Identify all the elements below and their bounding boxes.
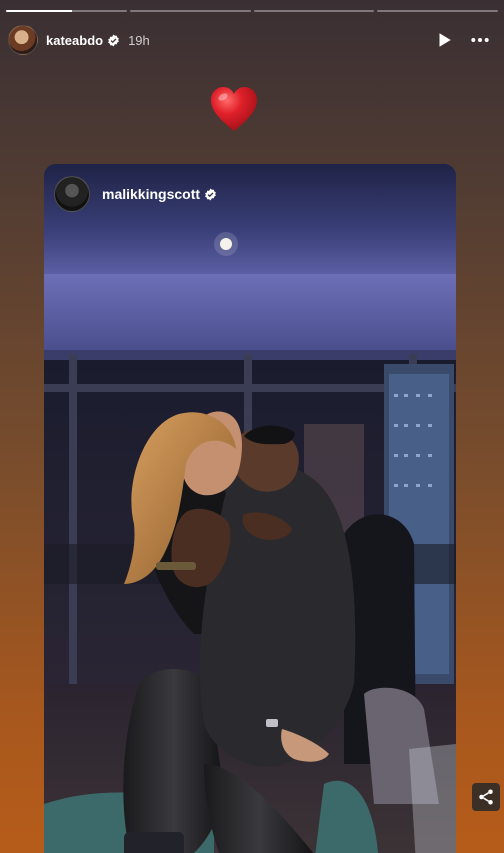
play-button[interactable]: [430, 26, 458, 54]
share-icon: [479, 789, 493, 805]
post-author-avatar[interactable]: [54, 176, 90, 212]
post-photo: [44, 164, 456, 853]
story-username[interactable]: kateabdo: [46, 33, 103, 48]
more-options-icon: [471, 38, 489, 42]
play-icon: [439, 33, 451, 47]
story-header: kateabdo 19h: [8, 24, 494, 56]
story-progress-bar: [6, 10, 498, 12]
verified-badge-icon: [204, 188, 217, 201]
progress-segment: [6, 10, 127, 12]
progress-segment: [253, 10, 375, 12]
progress-segment: [377, 10, 498, 12]
profile-avatar[interactable]: [8, 25, 38, 55]
red-heart-icon[interactable]: [209, 85, 259, 133]
verified-badge-icon: [107, 34, 120, 47]
story-viewer: kateabdo 19h malikkingscott: [0, 0, 504, 853]
share-button[interactable]: [472, 783, 500, 811]
post-author-bar: malikkingscott: [44, 164, 456, 224]
shared-post-card[interactable]: malikkingscott: [44, 164, 456, 853]
story-timestamp: 19h: [128, 32, 150, 48]
progress-segment: [129, 10, 251, 12]
post-author-username[interactable]: malikkingscott: [102, 186, 200, 202]
more-options-button[interactable]: [466, 26, 494, 54]
